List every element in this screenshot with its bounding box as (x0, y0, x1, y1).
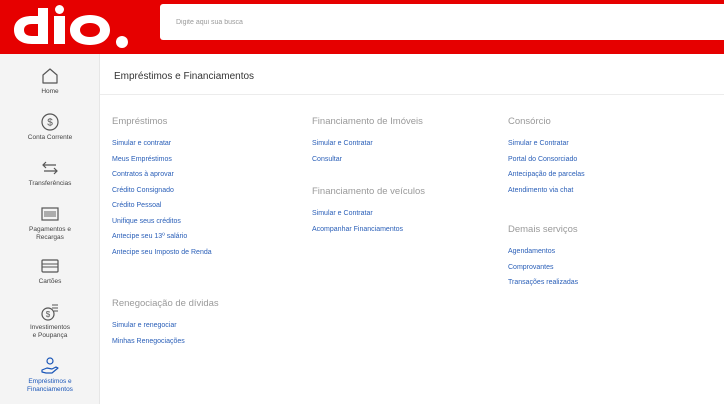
link-simular-contratar-consorcio[interactable]: Simular e Contratar (508, 136, 585, 152)
column-emprestimos: Empréstimos Simular e contratar Meus Emp… (112, 116, 212, 260)
sidebar-item-label: Investimentos e Poupança (29, 324, 71, 339)
title-divider (100, 94, 724, 95)
search-bar[interactable] (160, 4, 724, 40)
link-unifique-creditos[interactable]: Unifique seus créditos (112, 214, 212, 230)
section-title-consorcio: Consórcio (508, 116, 551, 127)
link-agendamentos[interactable]: Agendamentos (508, 244, 578, 260)
column-demais-servicos: Demais serviços Agendamentos Comprovante… (508, 224, 578, 291)
link-credito-consignado[interactable]: Crédito Consignado (112, 183, 212, 199)
section-title-imoveis: Financiamento de Imóveis (312, 116, 423, 127)
link-transacoes-realizadas[interactable]: Transações realizadas (508, 275, 578, 291)
link-antecipe-imposto[interactable]: Antecipe seu Imposto de Renda (112, 245, 212, 261)
link-simular-contratar[interactable]: Simular e contratar (112, 136, 212, 152)
home-icon (42, 68, 58, 84)
sidebar-item-pagamentos[interactable]: Pagamentos e Recargas (0, 204, 100, 241)
sidebar-item-label: Conta Corrente (27, 134, 73, 141)
sidebar-item-label: Home (41, 88, 59, 95)
link-acompanhar-financiamentos[interactable]: Acompanhar Financiamentos (312, 222, 425, 238)
brand-logo[interactable] (6, 4, 140, 50)
card-icon (41, 259, 59, 273)
section-title-emprestimos: Empréstimos (112, 116, 168, 127)
link-comprovantes[interactable]: Comprovantes (508, 260, 578, 276)
column-renegociacao: Renegociação de dívidas Simular e renego… (112, 298, 219, 349)
link-simular-contratar-veiculos[interactable]: Simular e Contratar (312, 206, 425, 222)
link-portal-consorciado[interactable]: Portal do Consorciado (508, 152, 585, 168)
section-title-veiculos: Financiamento de veículos (312, 186, 426, 197)
dollar-coin-icon: $ (41, 113, 59, 131)
svg-text:$: $ (47, 118, 53, 129)
sidebar-item-home[interactable]: Home (0, 66, 100, 96)
link-consultar-imoveis[interactable]: Consultar (312, 152, 423, 168)
link-antecipacao-parcelas[interactable]: Antecipação de parcelas (508, 167, 585, 183)
column-veiculos: Financiamento de veículos Simular e Cont… (312, 186, 425, 237)
link-simular-renegociar[interactable]: Simular e renegociar (112, 318, 219, 334)
link-antecipe-13[interactable]: Antecipe seu 13º salário (112, 229, 212, 245)
section-title-demais-servicos: Demais serviços (508, 224, 578, 235)
sidebar-item-label: Pagamentos e Recargas (29, 226, 71, 241)
column-imoveis: Financiamento de Imóveis Simular e Contr… (312, 116, 423, 167)
link-minhas-renegociacoes[interactable]: Minhas Renegociações (112, 334, 219, 350)
sidebar-item-cartoes[interactable]: Cartões (0, 256, 100, 286)
sidebar-item-label: Transferências (28, 180, 72, 187)
page-title: Empréstimos e Financiamentos (114, 71, 255, 82)
top-header (0, 0, 724, 54)
section-title-renegociacao: Renegociação de dívidas (112, 298, 219, 309)
sidebar-item-transferencias[interactable]: Transferências (0, 158, 100, 188)
sidebar-item-label: Cartões (38, 278, 62, 285)
column-consorcio: Consórcio Simular e Contratar Portal do … (508, 116, 585, 198)
link-meus-emprestimos[interactable]: Meus Empréstimos (112, 152, 212, 168)
main-content: Empréstimos e Financiamentos Empréstimos… (100, 54, 724, 404)
sidebar-item-label: Empréstimos e Financiamentos (27, 378, 73, 393)
link-credito-pessoal[interactable]: Crédito Pessoal (112, 198, 212, 214)
investment-coins-icon: $ (41, 304, 58, 321)
transfer-arrows-icon (42, 161, 58, 175)
sidebar-item-investimentos[interactable]: $ Investimentos e Poupança (0, 302, 100, 339)
sidebar: Home $ Conta Corrente Transferências Pag… (0, 54, 100, 404)
barcode-icon (41, 207, 59, 221)
sidebar-item-conta-corrente[interactable]: $ Conta Corrente (0, 112, 100, 142)
hand-coin-icon (41, 357, 59, 374)
link-contratos-aprovar[interactable]: Contratos à aprovar (112, 167, 212, 183)
search-input[interactable] (160, 4, 724, 40)
link-atendimento-chat[interactable]: Atendimento via chat (508, 183, 585, 199)
link-simular-contratar-imoveis[interactable]: Simular e Contratar (312, 136, 423, 152)
svg-text:$: $ (46, 310, 51, 319)
sidebar-item-emprestimos[interactable]: Empréstimos e Financiamentos (0, 356, 100, 393)
